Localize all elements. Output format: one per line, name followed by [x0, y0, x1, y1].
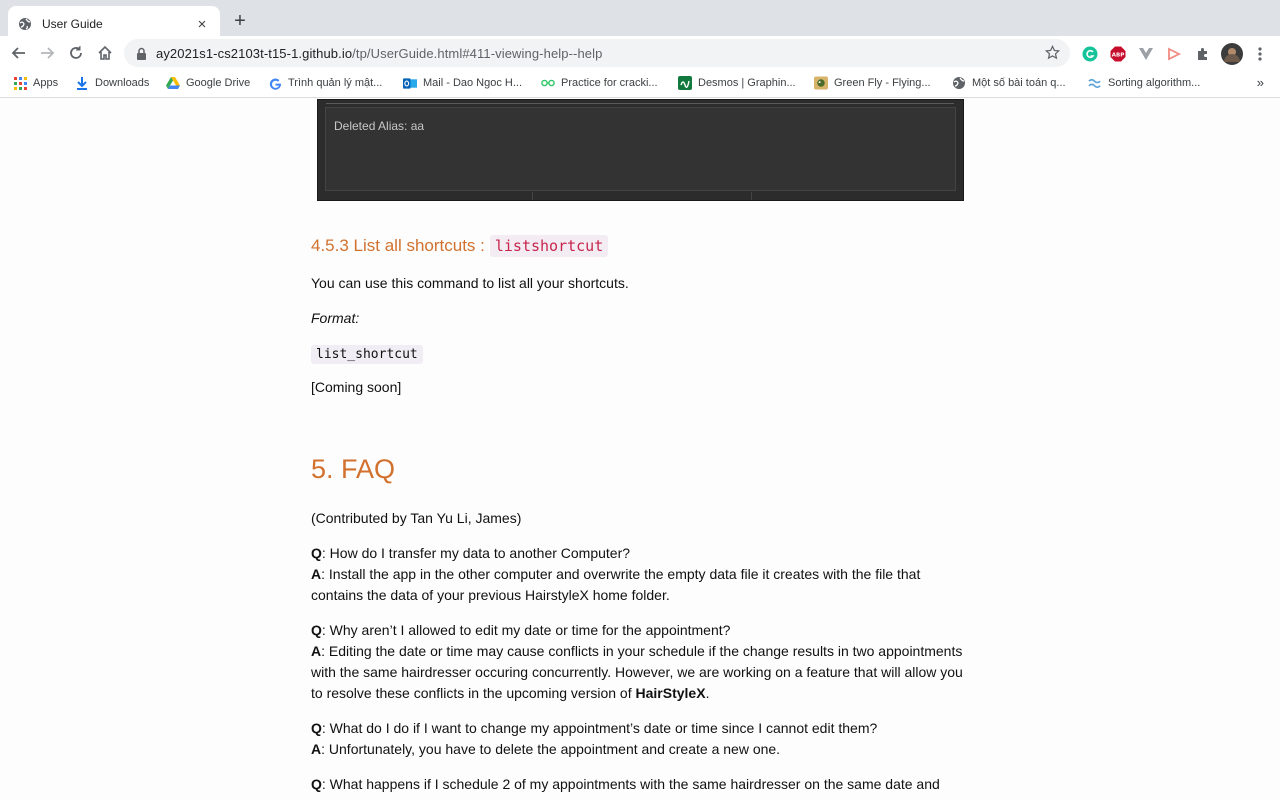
address-bar[interactable]: ay2021s1-cs2103t-t15-1.github.io/tp/User… [124, 39, 1070, 67]
forward-arrow-icon [41, 47, 55, 59]
profile-avatar[interactable] [1221, 43, 1243, 65]
format-block: list_shortcut [311, 343, 971, 365]
tab-close-icon[interactable]: × [194, 16, 210, 33]
faq-item: Q: What do I do if I want to change my a… [311, 718, 971, 760]
globe-icon [952, 76, 966, 90]
apps-grid-icon [13, 76, 27, 90]
google-drive-icon [166, 76, 180, 90]
bookmark-downloads[interactable]: Downloads [75, 76, 149, 90]
bookmark-label: Sorting algorithm... [1108, 77, 1201, 89]
lock-icon [137, 47, 146, 60]
bookmark-green-fly[interactable]: Green Fly - Flying... [814, 76, 931, 90]
coming-soon-note: [Coming soon] [311, 379, 402, 395]
question-text: : What do I do if I want to change my ap… [321, 720, 878, 736]
heading-text: 4.5.3 List all shortcuts : [311, 236, 485, 255]
question-label: Q [311, 545, 322, 561]
url-path: /tp/UserGuide.html#411-viewing-help--hel… [352, 45, 603, 61]
bookmarks-overflow-button[interactable]: » [1257, 75, 1264, 90]
question-label: Q [311, 622, 322, 638]
reload-button[interactable] [62, 39, 90, 67]
url-host: ay2021s1-cs2103t-t15-1.github.io [156, 45, 353, 61]
bookmark-mail[interactable]: Mail - Dao Ngoc H... [403, 76, 522, 90]
page-content: Deleted Alias: aa 4.5.3 List all shortcu… [0, 99, 1280, 800]
bookmark-label: Desmos | Graphin... [698, 77, 796, 89]
vue-devtools-icon[interactable] [1137, 45, 1155, 63]
cast-extension-icon[interactable] [1165, 45, 1183, 63]
bookmark-star-icon[interactable] [1044, 44, 1061, 65]
bookmark-sorting[interactable]: Sorting algorithm... [1088, 76, 1200, 90]
bookmark-practice[interactable]: Practice for cracki... [541, 76, 658, 90]
faq-item: Q: What happens if I schedule 2 of my ap… [311, 774, 971, 795]
game-thumbnail-icon [814, 76, 828, 90]
bookmark-label: Một số bài toán q... [972, 77, 1066, 89]
bookmarks-bar: Apps Downloads Google Drive Trình quản l… [0, 70, 1280, 98]
bookmark-label: Downloads [95, 77, 150, 89]
screenshot-result-text: Deleted Alias: aa [334, 119, 425, 133]
new-tab-button[interactable]: + [230, 11, 250, 31]
heading-code: listshortcut [489, 235, 609, 257]
status-bar-divider [532, 192, 533, 200]
faq-heading: 5. FAQ [311, 454, 396, 484]
question-label: Q [311, 720, 322, 736]
answer-text: : Install the app in the other computer … [311, 566, 921, 603]
status-bar-divider [751, 192, 752, 200]
faq-item: Q: How do I transfer my data to another … [311, 543, 971, 606]
bookmark-apps[interactable]: Apps [13, 76, 58, 90]
bookmark-label: Green Fly - Flying... [834, 77, 931, 89]
section-heading-list-shortcuts: 4.5.3 List all shortcuts : listshortcut [311, 235, 609, 257]
forward-button[interactable] [33, 39, 61, 67]
extensions-puzzle-icon[interactable] [1194, 45, 1212, 63]
question-text: : Why aren’t I allowed to edit my date o… [321, 622, 731, 638]
wave-icon [1088, 76, 1102, 90]
home-button[interactable] [91, 39, 119, 67]
answer-label: A [311, 566, 322, 582]
screenshot-divider [326, 103, 954, 104]
grammarly-extension-icon[interactable] [1081, 45, 1099, 63]
outlook-icon [403, 76, 417, 90]
answer-text: : Unfortunately, you have to delete the … [321, 741, 781, 757]
question-text: : How do I transfer my data to another C… [321, 545, 631, 561]
faq-item: Q: Why aren’t I allowed to edit my date … [311, 620, 971, 704]
format-code: list_shortcut [311, 345, 423, 364]
browser-menu-icon[interactable] [1251, 45, 1269, 63]
tab-title: User Guide [42, 17, 103, 31]
bookmark-label: Mail - Dao Ngoc H... [423, 77, 523, 89]
bookmark-label: Apps [33, 77, 59, 89]
back-button[interactable] [5, 39, 33, 67]
glasses-icon [541, 76, 555, 90]
browser-toolbar: ay2021s1-cs2103t-t15-1.github.io/tp/User… [0, 36, 1280, 70]
question-label: Q [311, 776, 322, 792]
svg-text:ABP: ABP [1112, 53, 1124, 59]
bookmark-bai-toan[interactable]: Một số bài toán q... [952, 76, 1066, 90]
app-screenshot-image: Deleted Alias: aa [317, 99, 964, 201]
bookmark-google-drive[interactable]: Google Drive [166, 76, 250, 90]
adblock-plus-icon[interactable]: ABP [1109, 45, 1127, 63]
globe-icon [18, 17, 32, 31]
google-g-icon [268, 76, 282, 90]
desmos-icon [678, 76, 692, 90]
bookmark-desmos[interactable]: Desmos | Graphin... [678, 76, 796, 90]
format-label: Format: [311, 310, 360, 326]
section-description: You can use this command to list all you… [311, 275, 629, 291]
reload-icon [70, 46, 82, 59]
url-text: ay2021s1-cs2103t-t15-1.github.io/tp/User… [156, 46, 602, 61]
faq-contributor: (Contributed by Tan Yu Li, James) [311, 510, 522, 526]
bookmark-label: Trình quản lý mật... [288, 77, 383, 89]
home-icon [98, 45, 112, 60]
bookmark-label: Practice for cracki... [561, 77, 658, 89]
app-name: HairStyleX [635, 685, 706, 701]
answer-label: A [311, 643, 322, 659]
bookmark-password-manager[interactable]: Trình quản lý mật... [268, 76, 382, 90]
answer-label: A [311, 741, 322, 757]
question-text: : What happens if I schedule 2 of my app… [321, 776, 940, 792]
answer-end: . [705, 685, 710, 701]
download-icon [75, 76, 89, 90]
bookmark-label: Google Drive [186, 77, 251, 89]
back-arrow-icon [11, 47, 25, 59]
